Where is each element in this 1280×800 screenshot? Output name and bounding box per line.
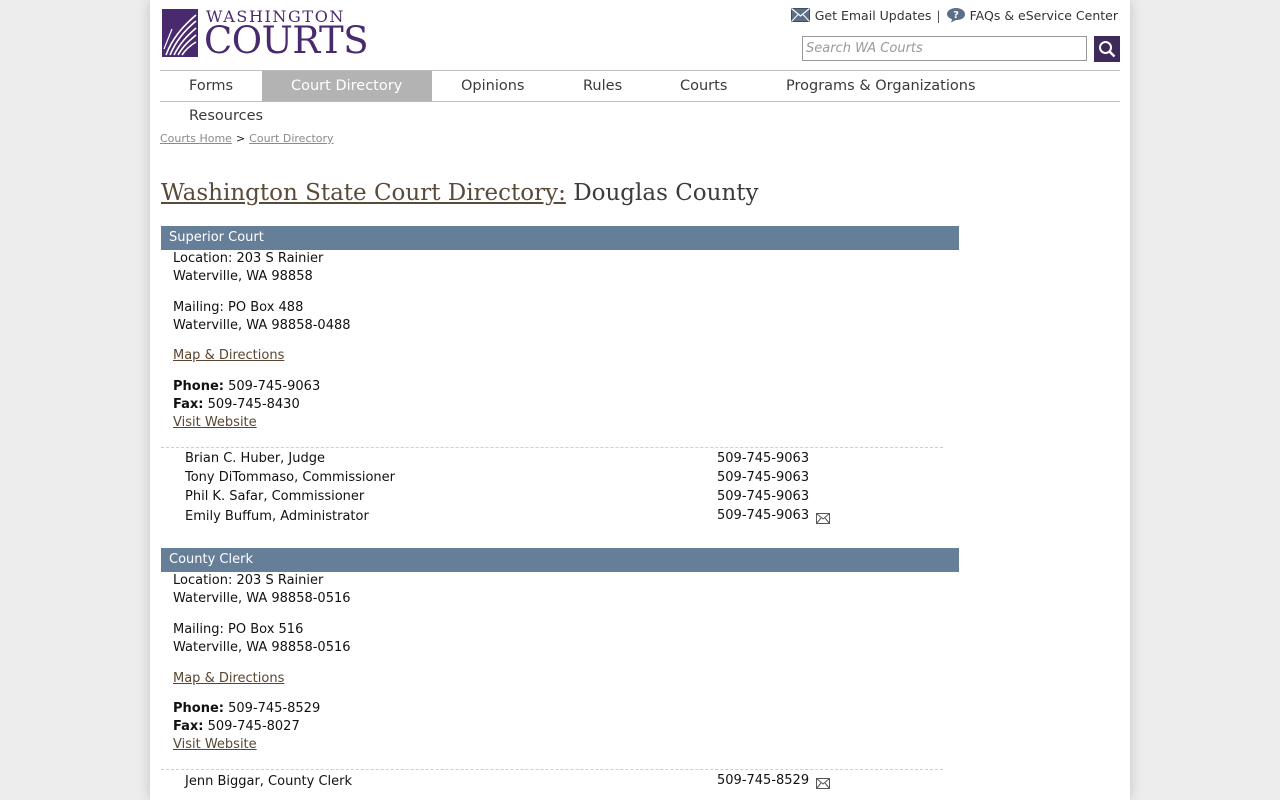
staff-phone: 509-745-9063 [717,508,810,523]
mailing-label: Mailing: [173,622,224,637]
search-box [802,36,1087,61]
section-divider [161,447,943,448]
email-envelope-icon[interactable] [816,513,830,524]
washington-courts-logo[interactable]: WASHINGTON COURTS [162,9,369,61]
location-line1: 203 S Rainier [236,573,324,588]
location-line2: Waterville, WA 98858-0516 [173,591,351,606]
mail-icon [790,8,810,22]
staff-phone: 509-745-9063 [717,489,810,504]
breadcrumb-separator: > [235,132,246,145]
phone-number: 509-745-8529 [228,701,321,716]
phone-number: 509-745-9063 [228,379,321,394]
staff-name: Tony DiTommaso, Commissioner [185,470,396,485]
staff-name: Jenn Biggar, County Clerk [185,774,353,789]
fax-number: 509-745-8027 [207,719,300,734]
staff-name: Phil K. Safar, Commissioner [185,489,365,504]
search-input[interactable] [803,37,1086,60]
breadcrumb-court-directory[interactable]: Court Directory [249,132,333,145]
map-directions-link[interactable]: Map & Directions [173,671,284,686]
mailing-address: Mailing: PO Box 488 Waterville, WA 98858… [173,299,351,335]
mailing-line1: PO Box 516 [228,622,304,637]
link-separator: | [936,7,941,23]
nav-row: Forms Court Directory Opinions Rules Cou… [160,71,1120,102]
mailing-line1: PO Box 488 [228,300,304,315]
nav-item-opinions[interactable]: Opinions [461,71,524,101]
breadcrumb-courts-home[interactable]: Courts Home [160,132,232,145]
nav-item-resources[interactable]: Resources [189,101,263,131]
staff-phone: 509-745-8529 [717,773,810,788]
breadcrumb: Courts Home > Court Directory [160,132,334,145]
staff-name: Brian C. Huber, Judge [185,451,326,466]
location-address: Location: 203 S Rainier Waterville, WA 9… [173,572,351,608]
svg-text:?: ? [953,10,959,21]
search-button[interactable] [1094,36,1120,62]
nav-item-courts[interactable]: Courts [680,71,727,101]
help-icon: ? [946,8,965,23]
mailing-label: Mailing: [173,300,224,315]
courts-emblem-icon [162,9,198,57]
fax-label: Fax: [173,719,204,734]
location-label: Location: [173,573,233,588]
main-nav: Forms Court Directory Opinions Rules Cou… [160,70,1120,133]
map-directions-row: Map & Directions [173,670,284,688]
nav-item-forms[interactable]: Forms [189,71,233,101]
staff-phone: 509-745-9063 [717,451,810,466]
mailing-line2: Waterville, WA 98858-0488 [173,318,351,333]
page-container: WASHINGTON COURTS Get Email Updates | ? … [150,0,1130,800]
page-title: Washington State Court Directory: Dougla… [161,180,759,206]
fax-label: Fax: [173,397,204,412]
faqs-eservice-link[interactable]: FAQs & eService Center [970,8,1118,23]
section-header-county-clerk: County Clerk [161,548,959,572]
location-address: Location: 203 S Rainier Waterville, WA 9… [173,250,323,286]
directory-title-link[interactable]: Washington State Court Directory: [161,180,566,206]
email-updates-link[interactable]: Get Email Updates [815,8,932,23]
email-envelope-icon[interactable] [816,778,830,789]
county-name: Douglas County [573,180,759,206]
logo-text-courts: COURTS [204,19,369,62]
nav-item-programs-organizations[interactable]: Programs & Organizations [786,71,976,101]
contact-info: Phone: 509-745-8529 Fax: 509-745-8027 Vi… [173,700,320,754]
map-directions-row: Map & Directions [173,347,284,365]
visit-website-link[interactable]: Visit Website [173,737,257,752]
location-line1: 203 S Rainier [236,251,324,266]
section-divider [161,769,943,770]
staff-name: Emily Buffum, Administrator [185,509,369,524]
nav-item-rules[interactable]: Rules [583,71,622,101]
location-label: Location: [173,251,233,266]
location-line2: Waterville, WA 98858 [173,269,313,284]
mailing-address: Mailing: PO Box 516 Waterville, WA 98858… [173,621,351,657]
fax-number: 509-745-8430 [207,397,300,412]
mailing-line2: Waterville, WA 98858-0516 [173,640,351,655]
nav-item-court-directory[interactable]: Court Directory [262,71,432,101]
visit-website-link[interactable]: Visit Website [173,415,257,430]
contact-info: Phone: 509-745-9063 Fax: 509-745-8430 Vi… [173,378,320,432]
map-directions-link[interactable]: Map & Directions [173,348,284,363]
staff-phone: 509-745-9063 [717,470,810,485]
phone-label: Phone: [173,701,224,716]
section-header-superior-court: Superior Court [161,226,959,250]
utility-links: Get Email Updates | ? FAQs & eService Ce… [790,7,1118,23]
search-icon [1099,41,1116,58]
phone-label: Phone: [173,379,224,394]
